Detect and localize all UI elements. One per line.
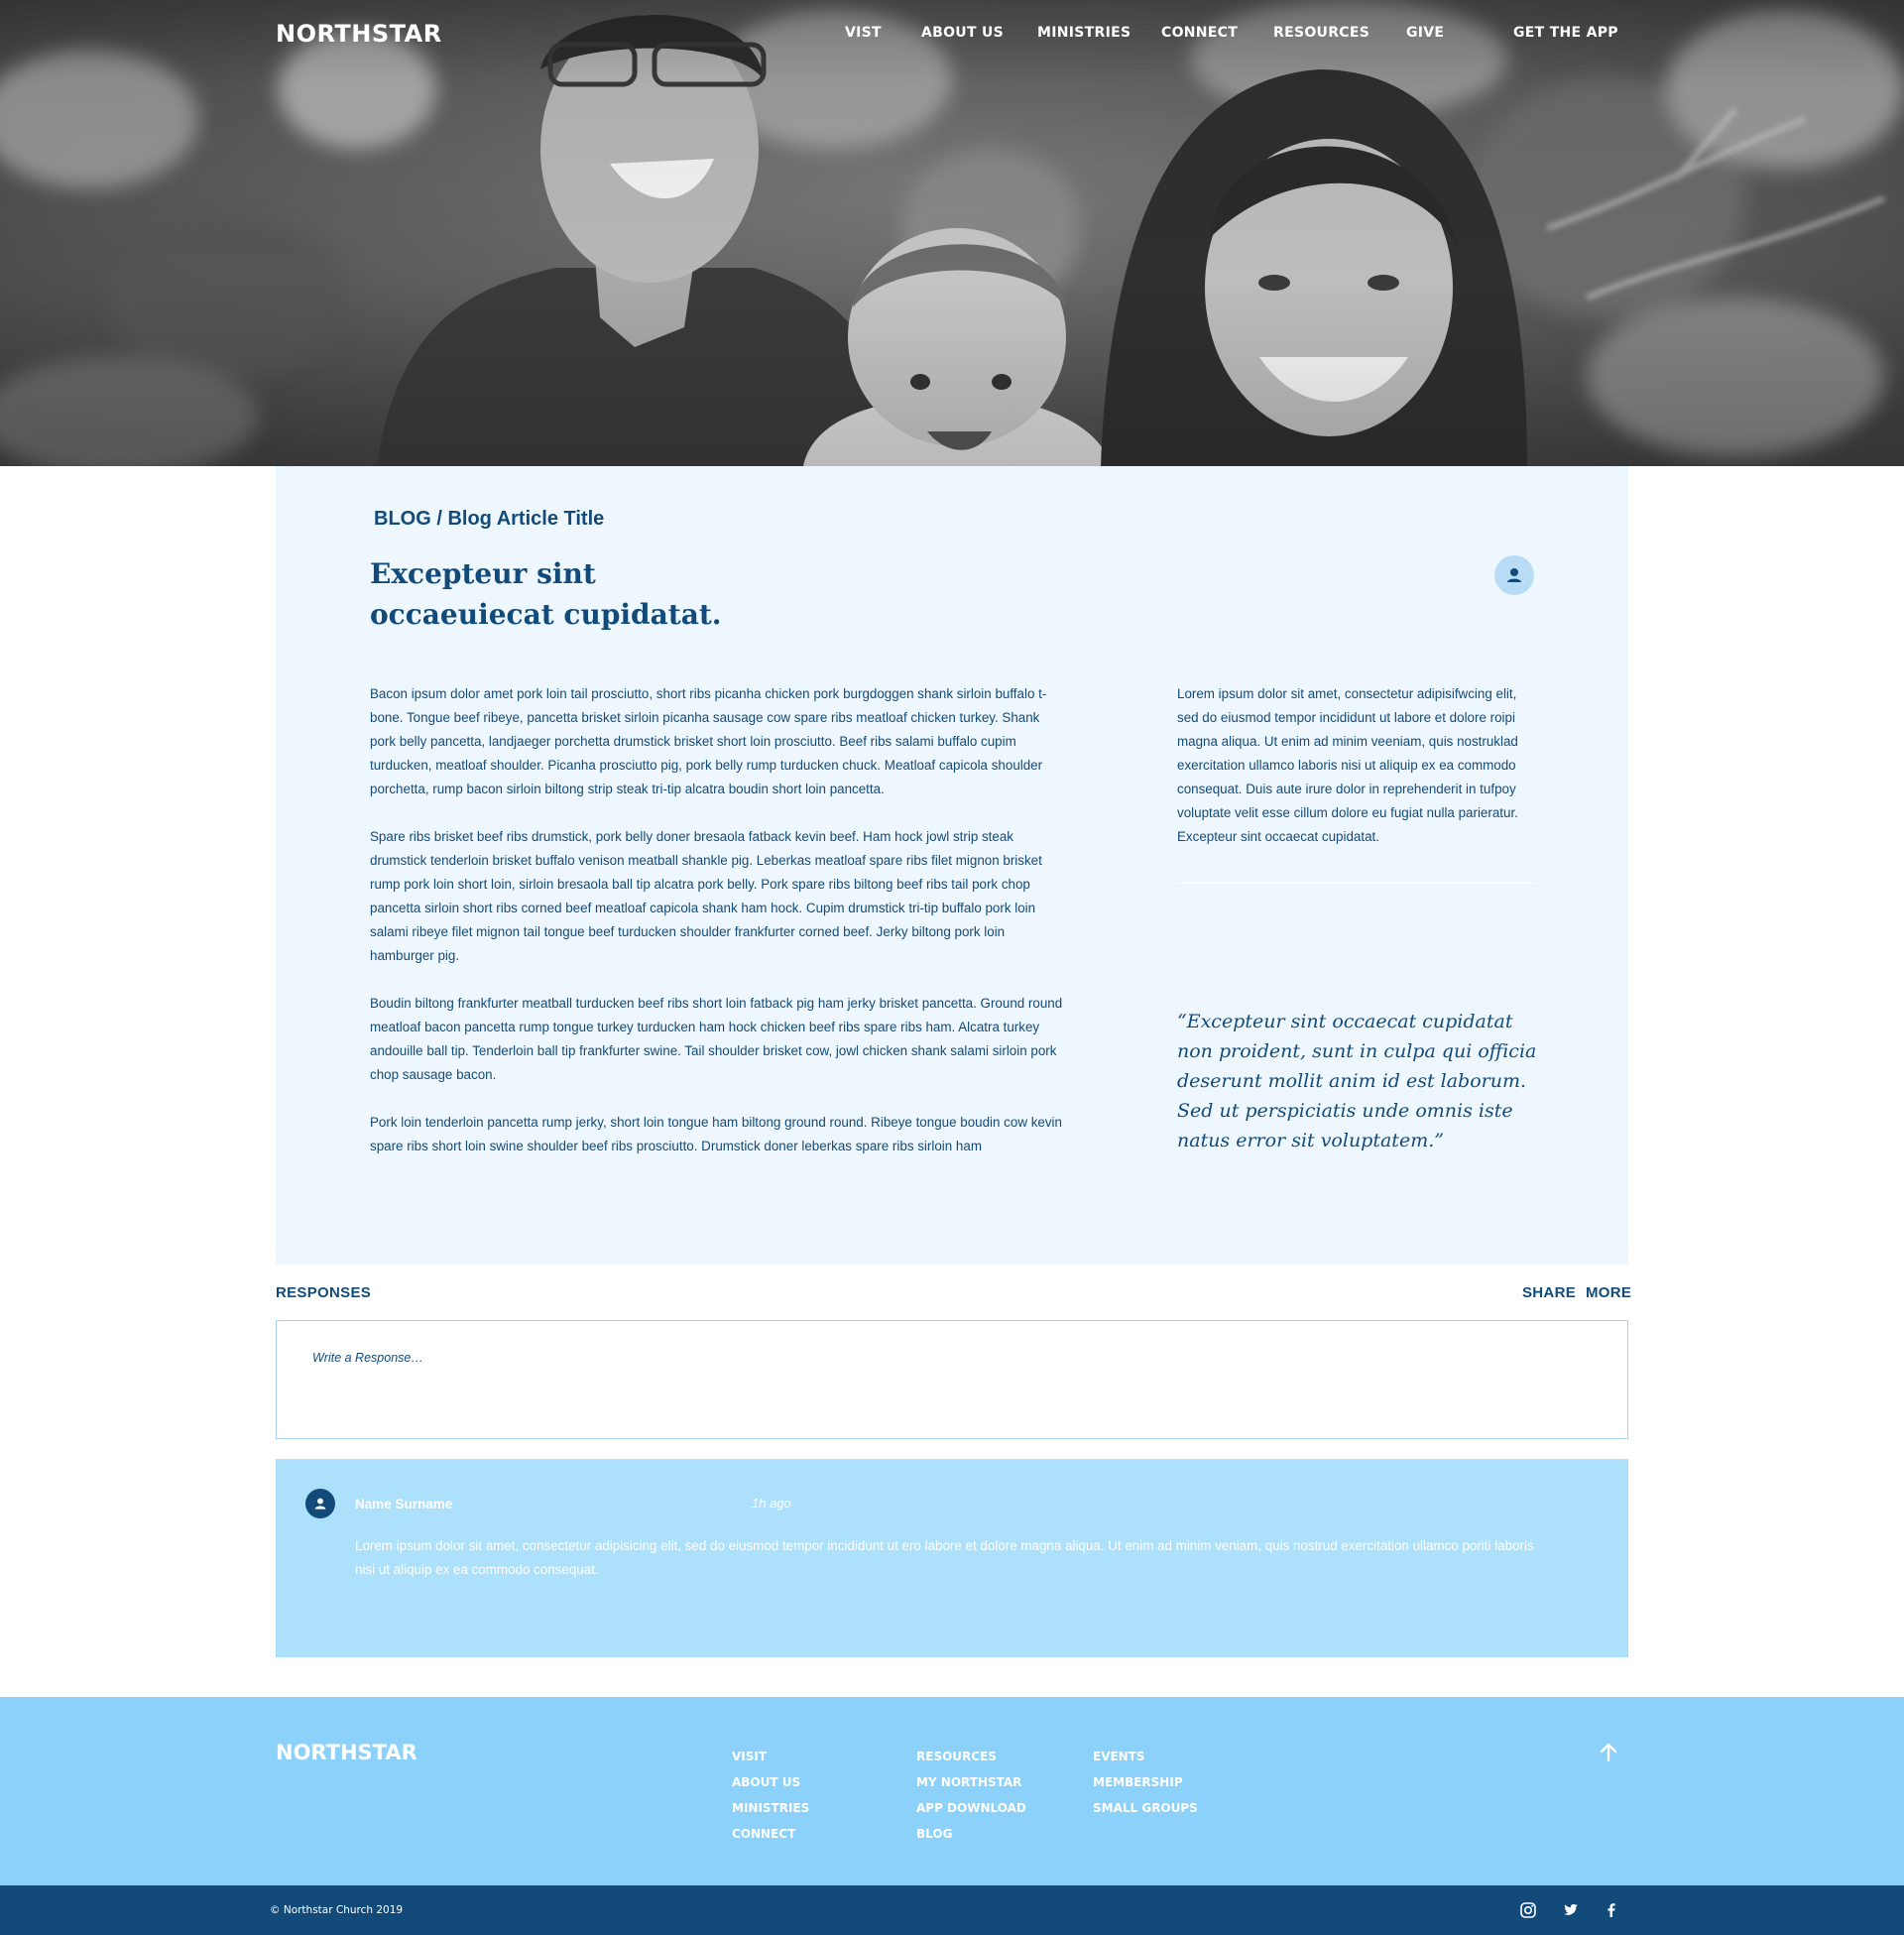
share-button[interactable]: SHARE [1522, 1284, 1576, 1301]
footer-link-visit[interactable]: VISIT [732, 1744, 809, 1769]
footer-link-app-download[interactable]: APP DOWNLOAD [916, 1795, 1026, 1821]
author-avatar[interactable] [1494, 555, 1534, 595]
hero-banner: NORTHSTAR VIST ABOUT US MINISTRIES CONNE… [0, 0, 1904, 466]
response-input[interactable] [276, 1320, 1628, 1439]
article-title: Excepteur sint occaeuiecat cupidatat. [370, 557, 722, 631]
footer-brand-logo[interactable]: NORTHSTAR [276, 1741, 417, 1764]
user-icon [1507, 568, 1521, 582]
article-paragraph: Spare ribs brisket beef ribs drumstick, … [370, 829, 1042, 963]
hero-overlay [0, 0, 1904, 466]
facebook-icon [1607, 1903, 1615, 1917]
footer-link-ministries[interactable]: MINISTRIES [732, 1795, 809, 1821]
comment-card: Name Surname 1h ago Lorem ipsum dolor si… [276, 1459, 1628, 1657]
more-button[interactable]: MORE [1586, 1284, 1631, 1301]
breadcrumb[interactable]: BLOG / Blog Article Title [374, 508, 604, 531]
copyright-text: © Northstar Church 2019 [270, 1904, 404, 1916]
sidebar-text: Lorem ipsum dolor sit amet, consectetur … [1177, 686, 1518, 844]
commenter-name[interactable]: Name Surname [355, 1497, 452, 1512]
comment-text: Lorem ipsum dolor sit amet, consectetur … [355, 1538, 1534, 1577]
twitter-icon [1564, 1903, 1578, 1915]
user-icon [314, 1498, 326, 1510]
article-body: Bacon ipsum dolor amet pork loin tail pr… [370, 682, 1064, 1182]
arrow-up-icon [1600, 1743, 1617, 1762]
comment-timestamp: 1h ago [752, 1496, 791, 1511]
nav-link-resources[interactable]: RESOURCES [1273, 25, 1369, 41]
instagram-icon [1520, 1902, 1536, 1918]
brand-logo[interactable]: NORTHSTAR [276, 20, 442, 48]
footer-link-membership[interactable]: MEMBERSHIP [1093, 1769, 1198, 1795]
footer-bottom-bar: © Northstar Church 2019 [0, 1885, 1904, 1935]
footer-link-resources[interactable]: RESOURCES [916, 1744, 1026, 1769]
sidebar-divider [1177, 883, 1536, 884]
nav-link-ministries[interactable]: MINISTRIES [1037, 25, 1130, 41]
nav-link-give[interactable]: GIVE [1406, 25, 1444, 41]
commenter-avatar[interactable] [305, 1489, 335, 1518]
footer-link-about-us[interactable]: ABOUT US [732, 1769, 809, 1795]
footer-link-my-northstar[interactable]: MY NORTHSTAR [916, 1769, 1026, 1795]
article-card: BLOG / Blog Article Title Excepteur sint… [276, 466, 1628, 1265]
top-navigation: NORTHSTAR VIST ABOUT US MINISTRIES CONNE… [0, 0, 1904, 69]
article-paragraph: Boudin biltong frankfurter meatball turd… [370, 996, 1063, 1082]
facebook-link[interactable] [1602, 1900, 1621, 1920]
footer-column-1: VISIT ABOUT US MINISTRIES CONNECT [732, 1744, 809, 1847]
twitter-link[interactable] [1561, 1900, 1581, 1920]
footer-link-small-groups[interactable]: SMALL GROUPS [1093, 1795, 1198, 1821]
nav-link-connect[interactable]: CONNECT [1161, 25, 1238, 41]
site-footer: NORTHSTAR VISIT ABOUT US MINISTRIES CONN… [0, 1697, 1904, 1885]
nav-link-visit[interactable]: VIST [845, 25, 882, 41]
footer-link-connect[interactable]: CONNECT [732, 1821, 809, 1847]
instagram-link[interactable] [1518, 1900, 1538, 1920]
article-paragraph: Bacon ipsum dolor amet pork loin tail pr… [370, 686, 1047, 796]
footer-link-blog[interactable]: BLOG [916, 1821, 1026, 1847]
footer-column-3: EVENTS MEMBERSHIP SMALL GROUPS [1093, 1744, 1198, 1821]
article-sidebar: Lorem ipsum dolor sit amet, consectetur … [1177, 682, 1539, 849]
get-the-app-button[interactable]: GET THE APP [1513, 25, 1618, 41]
footer-link-events[interactable]: EVENTS [1093, 1744, 1198, 1769]
article-paragraph: Pork loin tenderloin pancetta rump jerky… [370, 1115, 1062, 1153]
pull-quote: “Excepteur sint occaecat cupidatat non p… [1177, 1011, 1537, 1151]
responses-label: RESPONSES [276, 1284, 372, 1301]
footer-column-2: RESOURCES MY NORTHSTAR APP DOWNLOAD BLOG [916, 1744, 1026, 1847]
back-to-top-button[interactable] [1597, 1741, 1620, 1764]
nav-link-about-us[interactable]: ABOUT US [921, 25, 1004, 41]
